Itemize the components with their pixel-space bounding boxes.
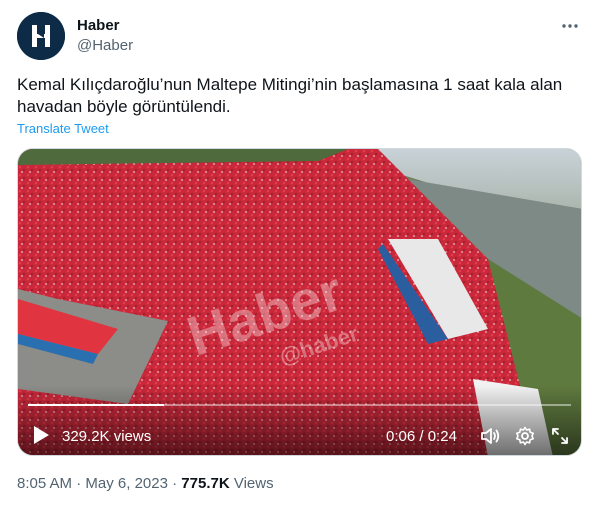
view-count: 775.7K: [181, 475, 230, 492]
video-views: 329.2K views: [62, 428, 152, 445]
avatar[interactable]: [17, 12, 65, 60]
video-timecode: 0:06 / 0:24: [386, 428, 457, 445]
progress-bar-fill: [28, 404, 164, 406]
tweet-time[interactable]: 8:05 AM: [17, 475, 72, 492]
gear-icon[interactable]: [515, 426, 535, 446]
current-time: 0:06: [386, 428, 416, 445]
tweet-date[interactable]: May 6, 2023: [85, 475, 168, 492]
play-icon[interactable]: [32, 425, 50, 445]
haber-logo-icon: [17, 12, 65, 60]
video-player[interactable]: Haber @haber 329.2K views 0:06 / 0:24: [17, 148, 582, 456]
tweet-text: Kemal Kılıçdaroğlu’nun Maltepe Mitingi’n…: [17, 75, 563, 116]
meta-separator: ·: [76, 475, 82, 492]
fullscreen-icon[interactable]: [550, 426, 570, 446]
translate-link[interactable]: Translate Tweet: [17, 121, 109, 136]
display-name[interactable]: Haber: [77, 16, 133, 36]
tweet-header: Haber @Haber: [17, 12, 582, 60]
tweet-card: Haber @Haber Kemal Kılıçdaroğlu’nun Malt…: [0, 0, 593, 508]
author-names: Haber @Haber: [77, 16, 133, 56]
progress-bar[interactable]: [28, 404, 571, 406]
handle[interactable]: @Haber: [77, 36, 133, 56]
volume-icon[interactable]: [480, 426, 500, 446]
tweet-meta: 8:05 AM · May 6, 2023 · 775.7K Views: [17, 475, 274, 492]
duration: 0:24: [427, 428, 457, 445]
meta-separator: ·: [172, 475, 178, 492]
time-separator: /: [419, 428, 424, 445]
views-label: Views: [233, 475, 274, 492]
more-icon: [562, 24, 578, 28]
more-button[interactable]: [558, 14, 582, 38]
